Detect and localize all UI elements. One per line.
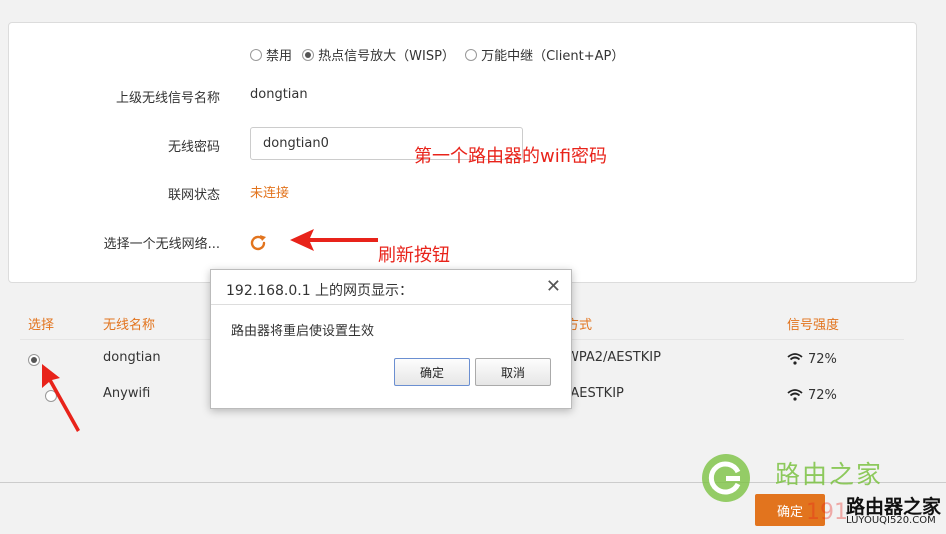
watermark-partial: 191	[806, 500, 848, 525]
wifi-signal-icon	[787, 389, 803, 401]
col-name-header: 无线名称	[103, 318, 156, 333]
alert-dialog: 192.168.0.1 上的网页显示： ✕ 路由器将重启使设置生效 确定 取消	[210, 269, 572, 409]
status-value: 未连接	[250, 186, 290, 201]
password-annotation: 第一个路由器的wifi密码	[414, 146, 608, 167]
mode-repeater-label: 万能中继（Client+AP）	[481, 49, 625, 64]
mode-radio-group: 禁用 热点信号放大（WISP） 万能中继（Client+AP）	[250, 45, 630, 64]
row-security: WPA2/AESTKIP	[566, 350, 661, 365]
password-label: 无线密码	[167, 140, 220, 155]
close-icon[interactable]: ✕	[546, 278, 561, 296]
row-signal: 72%	[808, 388, 837, 403]
status-label: 联网状态	[167, 188, 220, 203]
mode-wisp-label: 热点信号放大（WISP）	[318, 49, 455, 64]
watermark-brand: 路由之家	[775, 460, 884, 489]
mode-repeater-radio[interactable]	[465, 49, 478, 61]
row-wifi-name: Anywifi	[103, 386, 151, 401]
choose-network-label: 选择一个无线网络...	[103, 237, 220, 252]
col-select-header: 选择	[28, 318, 55, 333]
wifi-signal-icon	[787, 353, 803, 365]
dialog-title: 192.168.0.1 上的网页显示：	[226, 283, 414, 299]
ssid-label: 上级无线信号名称	[115, 91, 220, 106]
dialog-cancel-button[interactable]: 取消	[475, 358, 551, 386]
refresh-icon[interactable]	[248, 233, 268, 253]
mode-disable-radio[interactable]	[250, 49, 262, 61]
row-wifi-name: dongtian	[103, 350, 161, 365]
dialog-message: 路由器将重启使设置生效	[231, 324, 375, 339]
watermark-url: LUYOUQI520.COM	[846, 515, 936, 526]
ssid-value: dongtian	[250, 87, 308, 102]
col-signal-header: 信号强度	[787, 318, 840, 333]
watermark-logo-icon	[702, 454, 750, 502]
dialog-divider	[211, 304, 571, 305]
mode-disable-label: 禁用	[266, 49, 293, 64]
dialog-ok-button[interactable]: 确定	[394, 358, 470, 386]
row-security: /AESTKIP	[566, 386, 624, 401]
arrow-annotation-icon	[42, 364, 80, 432]
row-signal: 72%	[808, 352, 837, 367]
mode-wisp-radio[interactable]	[302, 49, 315, 61]
refresh-annotation: 刷新按钮	[378, 245, 450, 266]
arrow-annotation-icon	[290, 229, 378, 251]
